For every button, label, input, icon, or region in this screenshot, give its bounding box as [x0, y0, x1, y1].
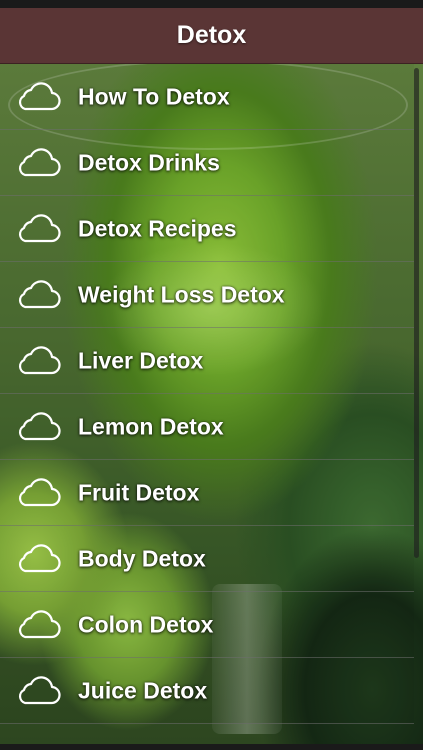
menu-item-label: Detox Drinks	[78, 149, 220, 175]
menu-list: How To Detox Detox Drinks Detox Recipes …	[0, 64, 414, 724]
cloud-icon	[18, 345, 61, 374]
cloud-icon	[18, 411, 61, 440]
page-title: Detox	[176, 21, 247, 49]
menu-item-label: How To Detox	[78, 83, 230, 109]
menu-item-label: Weight Loss Detox	[78, 281, 285, 307]
menu-screen[interactable]: How To Detox Detox Drinks Detox Recipes …	[0, 64, 423, 744]
menu-item-lemon-detox[interactable]: Lemon Detox	[0, 394, 414, 460]
menu-item-detox-recipes[interactable]: Detox Recipes	[0, 196, 414, 262]
cloud-icon	[18, 675, 61, 704]
menu-item-fruit-detox[interactable]: Fruit Detox	[0, 460, 414, 526]
menu-item-label: Colon Detox	[78, 611, 214, 637]
menu-item-label: Body Detox	[78, 545, 206, 571]
cloud-icon	[18, 213, 61, 242]
menu-item-body-detox[interactable]: Body Detox	[0, 526, 414, 592]
cloud-icon	[18, 609, 61, 638]
menu-item-label: Liver Detox	[78, 347, 204, 373]
cloud-icon	[18, 147, 61, 176]
menu-item-weight-loss-detox[interactable]: Weight Loss Detox	[0, 262, 414, 328]
cloud-icon	[18, 477, 61, 506]
menu-item-how-to-detox[interactable]: How To Detox	[0, 64, 414, 130]
menu-item-liver-detox[interactable]: Liver Detox	[0, 328, 414, 394]
menu-item-label: Lemon Detox	[78, 413, 224, 439]
scrollbar[interactable]	[414, 68, 419, 558]
cloud-icon	[18, 81, 61, 110]
menu-item-juice-detox[interactable]: Juice Detox	[0, 658, 414, 724]
cloud-icon	[18, 279, 61, 308]
menu-item-label: Detox Recipes	[78, 215, 237, 241]
menu-item-label: Fruit Detox	[78, 479, 200, 505]
menu-item-colon-detox[interactable]: Colon Detox	[0, 592, 414, 658]
status-bar	[0, 0, 423, 8]
app-header: Detox	[0, 8, 423, 64]
menu-item-label: Juice Detox	[78, 677, 208, 703]
menu-item-detox-drinks[interactable]: Detox Drinks	[0, 130, 414, 196]
cloud-icon	[18, 543, 61, 572]
